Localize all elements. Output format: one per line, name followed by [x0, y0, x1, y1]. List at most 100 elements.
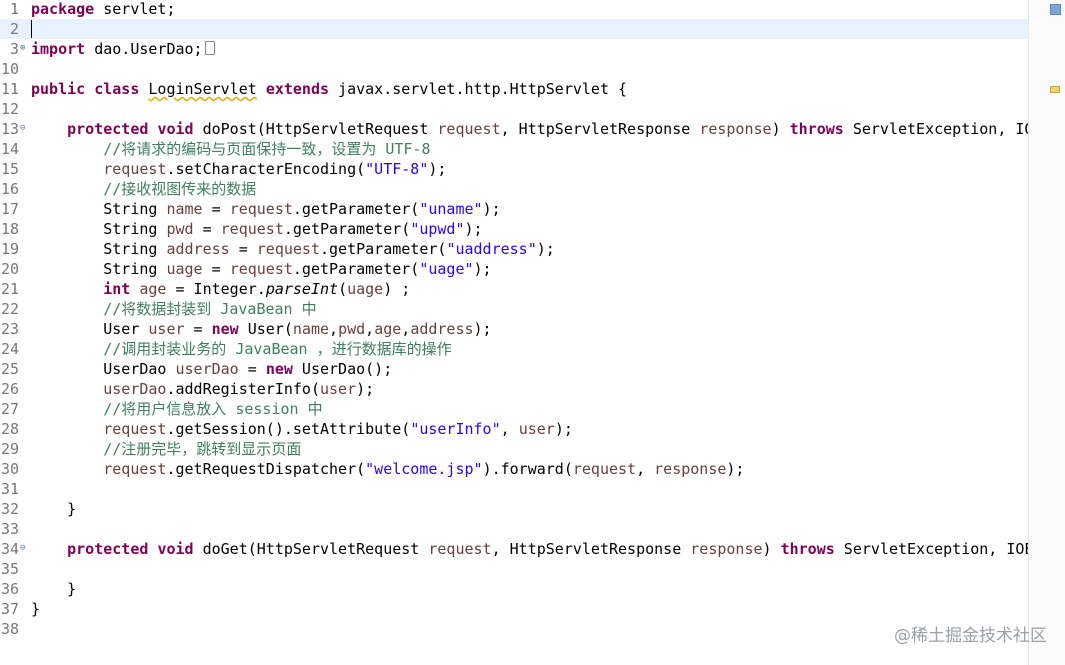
code-text: User user = new User(name,pwd,age,addres…: [31, 319, 492, 339]
code-token: }: [31, 580, 77, 598]
code-token: ): [771, 120, 790, 138]
code-line[interactable]: 21 int age = Integer.parseInt(uage) ;: [0, 279, 1028, 299]
code-line[interactable]: 22 //将数据封装到 JavaBean 中: [0, 299, 1028, 319]
code-line[interactable]: 26 userDao.addRegisterInfo(user);: [0, 379, 1028, 399]
code-token: parseInt: [265, 280, 339, 298]
code-token: "UTF-8": [365, 160, 429, 178]
code-line[interactable]: 30 request.getRequestDispatcher("welcome…: [0, 459, 1028, 479]
code-line[interactable]: 31: [0, 479, 1028, 499]
code-line[interactable]: 32 }: [0, 499, 1028, 519]
code-token: );: [473, 320, 492, 338]
code-line[interactable]: 14 //将请求的编码与页面保持一致，设置为 UTF-8: [0, 139, 1028, 159]
code-line[interactable]: 28 request.getSession().setAttribute("us…: [0, 419, 1028, 439]
code-text: }: [31, 599, 40, 619]
code-line[interactable]: 37}: [0, 599, 1028, 619]
code-line[interactable]: 12: [0, 99, 1028, 119]
code-text: String uage = request.getParameter("uage…: [31, 259, 492, 279]
overview-ruler-marker-icon[interactable]: [1050, 4, 1061, 15]
code-line[interactable]: 2: [0, 19, 1028, 39]
line-number: 15: [0, 160, 19, 178]
warning-marker-icon[interactable]: [1050, 86, 1060, 93]
code-token: ,: [636, 460, 655, 478]
code-line[interactable]: 23 User user = new User(name,pwd,age,add…: [0, 319, 1028, 339]
line-number: 38: [0, 620, 19, 638]
code-line[interactable]: 33: [0, 519, 1028, 539]
code-text: String address = request.getParameter("u…: [31, 239, 555, 259]
code-token: age: [374, 320, 402, 338]
code-line[interactable]: 38: [0, 619, 1028, 639]
code-token: String: [31, 240, 167, 258]
code-token: );: [554, 420, 573, 438]
collapse-fold-icon[interactable]: ⊖: [20, 119, 29, 137]
line-number: 23: [0, 320, 19, 338]
code-token: //将请求的编码与页面保持一致，设置为 UTF-8: [103, 140, 431, 158]
code-token: request: [428, 540, 492, 558]
code-token: );: [473, 260, 492, 278]
code-line[interactable]: 20 String uage = request.getParameter("u…: [0, 259, 1028, 279]
code-token: User(: [238, 320, 293, 338]
code-token: "upwd": [410, 220, 465, 238]
code-line[interactable]: 3 ⊕ import dao.UserDao;: [0, 39, 1028, 59]
code-line[interactable]: 17 String name = request.getParameter("u…: [0, 199, 1028, 219]
line-number: 11: [0, 80, 19, 98]
code-token: pwd: [166, 220, 194, 238]
code-line[interactable]: 36 }: [0, 579, 1028, 599]
code-line[interactable]: 34 ⊖ protected void doGet(HttpServletRequ…: [0, 539, 1028, 559]
code-line[interactable]: 25 UserDao userDao = new UserDao();: [0, 359, 1028, 379]
line-number: 2: [9, 20, 19, 38]
code-text: userDao.addRegisterInfo(user);: [31, 379, 374, 399]
code-token: pwd: [338, 320, 366, 338]
line-number: 17: [0, 200, 19, 218]
code-line[interactable]: 10: [0, 59, 1028, 79]
code-line[interactable]: 16 //接收视图传来的数据: [0, 179, 1028, 199]
code-line[interactable]: 24 //调用封装业务的 JavaBean ，进行数据库的操作: [0, 339, 1028, 359]
code-token: .setCharacterEncoding(: [166, 160, 366, 178]
code-token: //接收视图传来的数据: [103, 180, 257, 198]
code-token: import: [31, 40, 86, 58]
code-token: doGet(HttpServletRequest: [193, 540, 429, 558]
code-token: );: [536, 240, 555, 258]
code-token: ): [762, 540, 781, 558]
code-line[interactable]: 19 String address = request.getParameter…: [0, 239, 1028, 259]
text-caret: [31, 20, 32, 38]
code-text: package servlet;: [31, 0, 176, 19]
line-number: 21: [0, 280, 19, 298]
code-line[interactable]: 27 //将用户信息放入 session 中: [0, 399, 1028, 419]
code-line[interactable]: 18 String pwd = request.getParameter("up…: [0, 219, 1028, 239]
line-number: 20: [0, 260, 19, 278]
code-line[interactable]: 13 ⊖ protected void doPost(HttpServletReq…: [0, 119, 1028, 139]
code-token: request: [229, 200, 293, 218]
code-token: throws: [780, 540, 835, 558]
code-token: protected: [67, 540, 149, 558]
code-line[interactable]: 29 //注册完毕，跳转到显示页面: [0, 439, 1028, 459]
collapse-fold-icon[interactable]: ⊖: [20, 539, 29, 557]
code-text: }: [31, 499, 76, 519]
code-token: //注册完毕，跳转到显示页面: [103, 440, 302, 458]
code-editor[interactable]: 1 package servlet; 2 3 ⊕ import dao.UserDao; 1…: [0, 0, 1028, 665]
folded-imports-box-icon[interactable]: [204, 41, 215, 55]
code-token: servlet;: [94, 0, 176, 18]
code-token: response: [654, 460, 727, 478]
code-text: //将请求的编码与页面保持一致，设置为 UTF-8: [31, 139, 431, 159]
code-line[interactable]: 15 request.setCharacterEncoding("UTF-8")…: [0, 159, 1028, 179]
code-text: request.getRequestDispatcher("welcome.js…: [31, 459, 744, 479]
line-number: 13: [0, 120, 19, 138]
code-token: , HttpServletResponse: [500, 120, 700, 138]
code-token: address: [166, 240, 230, 258]
code-token: ).forward(: [482, 460, 573, 478]
code-line[interactable]: 11 public class LoginServlet extends java…: [0, 79, 1028, 99]
code-token: ,: [329, 320, 339, 338]
overview-ruler[interactable]: [1028, 0, 1065, 665]
code-line[interactable]: 35: [0, 559, 1028, 579]
line-number: 12: [0, 100, 19, 118]
expand-fold-icon[interactable]: ⊕: [20, 39, 29, 57]
code-line[interactable]: 1 package servlet;: [0, 0, 1028, 19]
